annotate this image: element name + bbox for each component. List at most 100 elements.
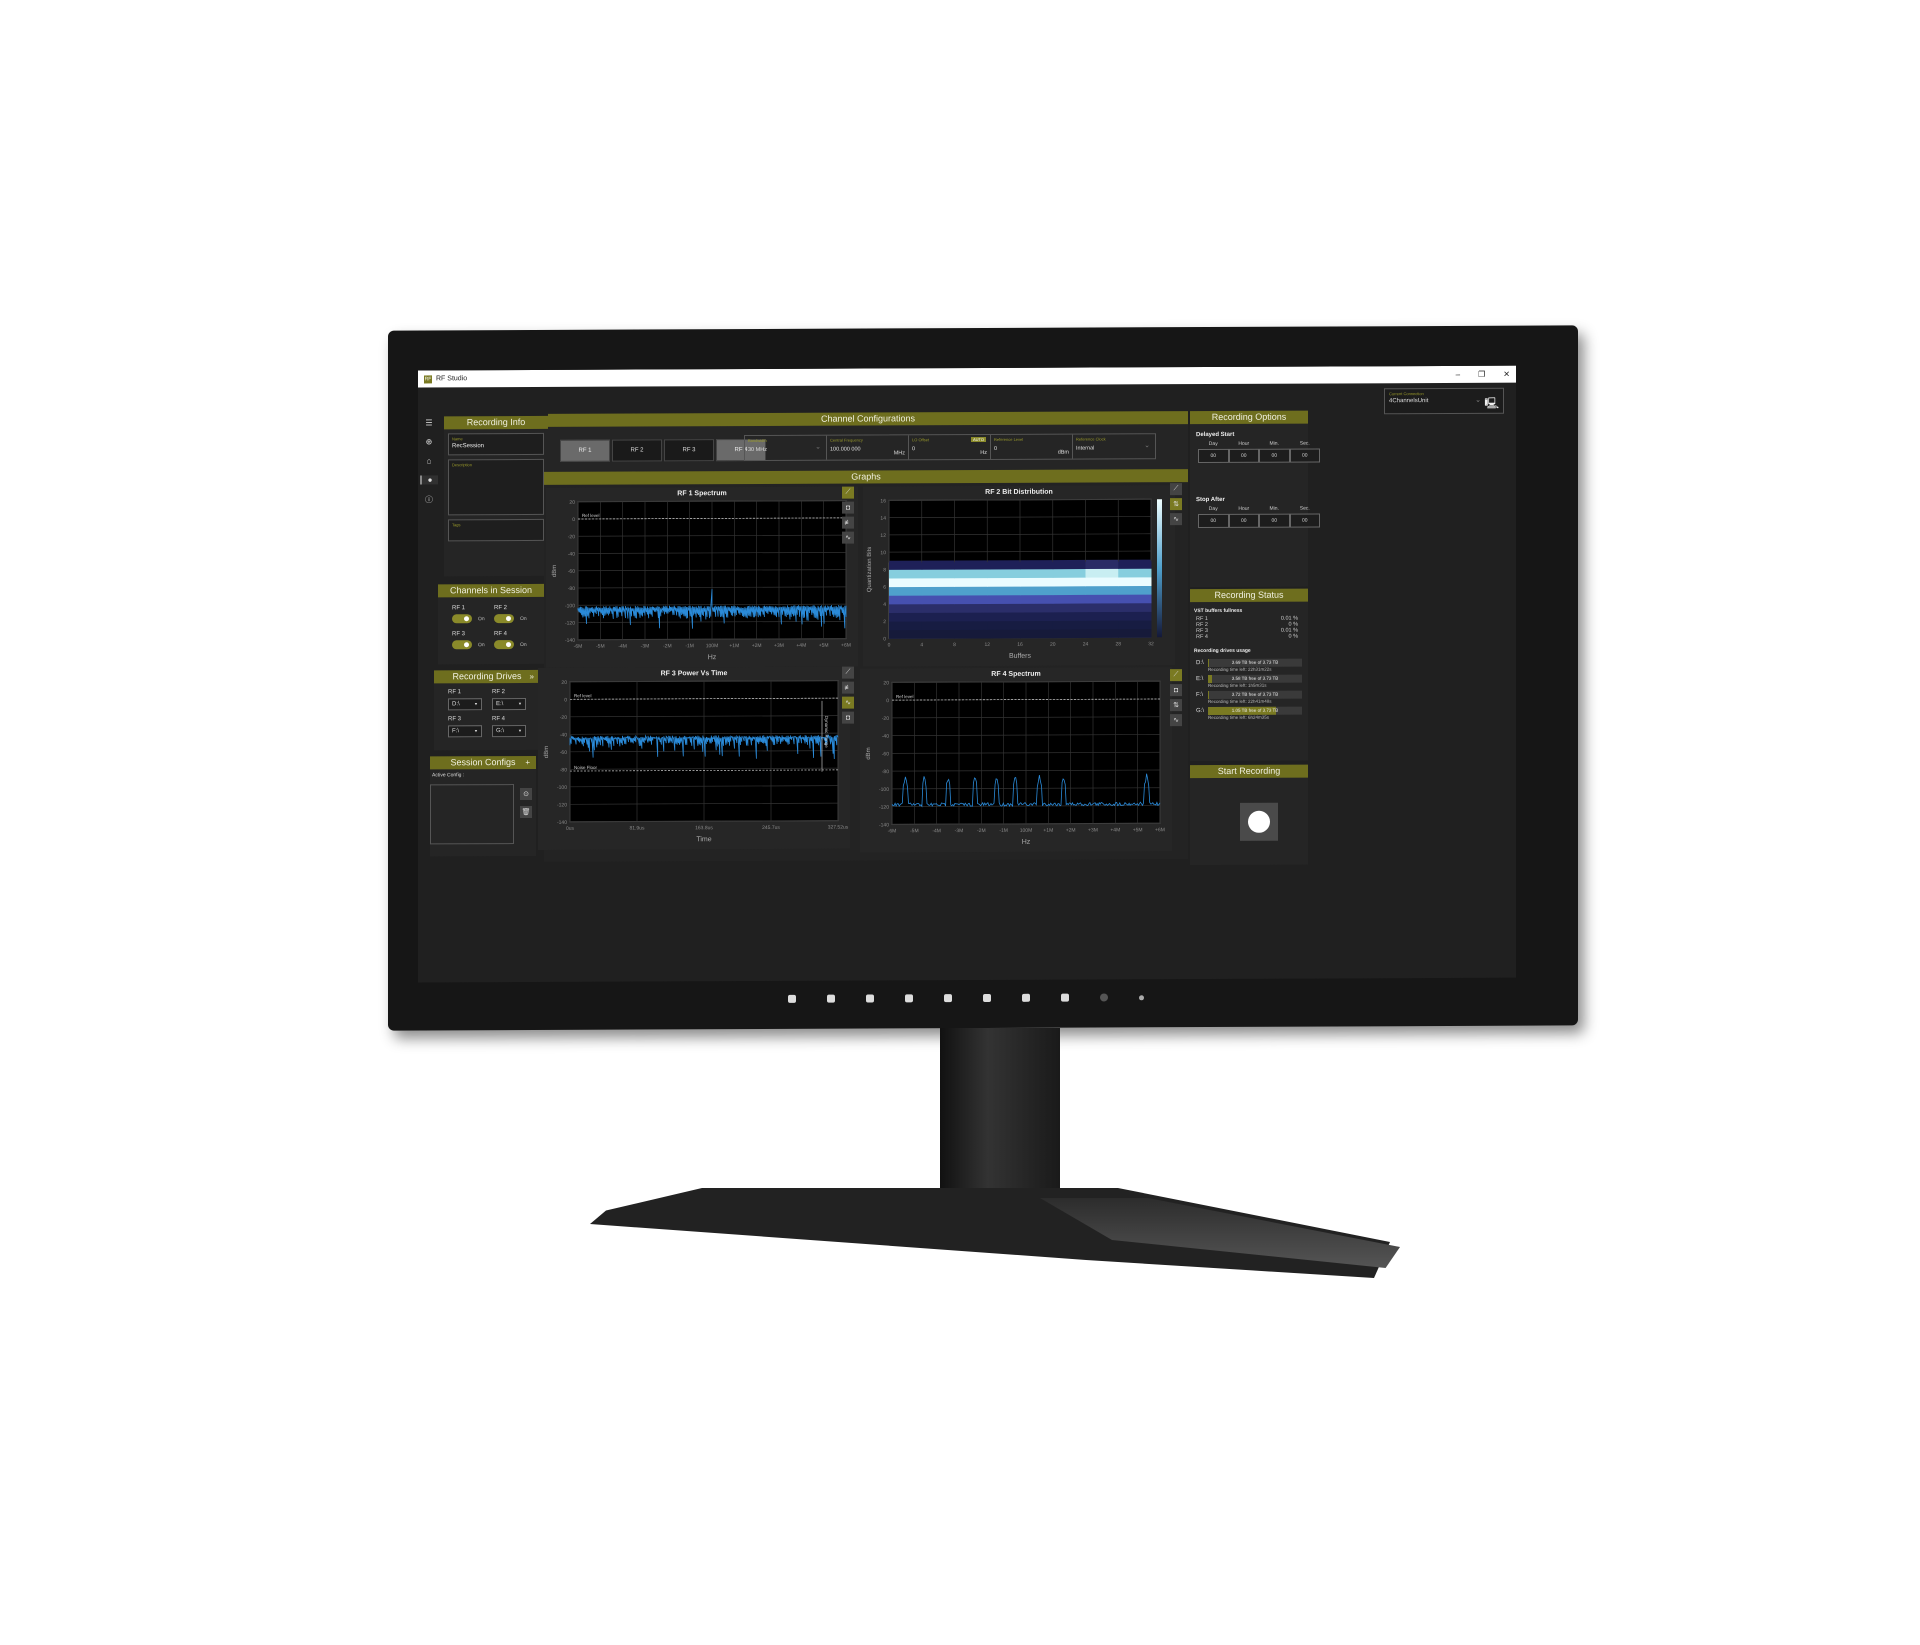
tab-rf2[interactable]: RF 2 [612, 439, 662, 462]
chart-icon[interactable]: ⟋ [842, 486, 854, 499]
heatmap-cell [1052, 559, 1086, 570]
hw-button[interactable] [827, 994, 835, 1003]
recording-status-header: Recording Status [1190, 588, 1308, 603]
wave-icon[interactable]: ∿ [1170, 714, 1182, 727]
toggle-switch[interactable] [494, 640, 514, 650]
power-led [1139, 994, 1144, 1000]
session-configs-title: Session Configs [450, 757, 516, 768]
start-recording-button[interactable] [1240, 802, 1278, 841]
lo-offset-input[interactable]: LO Offset AUTO 0 Hz [909, 434, 991, 460]
heatmap-cell [1118, 576, 1152, 587]
heatmap-cell [1118, 585, 1152, 595]
heatmap-cell [954, 603, 988, 613]
maximize-button[interactable]: ❐ [1478, 370, 1485, 379]
graph-plot: 200-20-40-60-80-100-120-1400us 81.9us 163.… [544, 680, 849, 843]
center-frequency-input[interactable]: Central Frequency 100.000 000 MHz [827, 435, 909, 460]
hw-button[interactable] [1061, 993, 1069, 1002]
col-label: Hour [1238, 440, 1250, 447]
chart-icon[interactable]: ⟋ [1170, 669, 1182, 682]
info-icon[interactable]: ⓘ [420, 494, 438, 505]
tags-field[interactable]: Tags [448, 518, 544, 542]
hw-up-icon[interactable] [983, 993, 991, 1002]
y-tick-label: 16 [880, 498, 886, 504]
drive-dropdown[interactable]: F:\ ▼ [448, 725, 482, 738]
add-config-button[interactable]: + [525, 756, 530, 769]
name-field[interactable]: Name RecSession [448, 432, 544, 456]
home-icon[interactable]: ⌂ [420, 456, 438, 465]
globe-icon[interactable]: ⊕ [420, 437, 438, 446]
toggle-state: On [478, 615, 485, 622]
heatmap-cell [954, 577, 988, 587]
drive-usage-bar: 3.69 TB free of 3.73 TB [1208, 658, 1302, 668]
hour-input[interactable]: 00 [1228, 448, 1259, 463]
monitor-bezel: RF RF Studio – ❐ ✕ Current Connection 4C… [388, 325, 1578, 1031]
histogram-icon[interactable]: ⇅ [1170, 699, 1182, 712]
wave-icon[interactable]: ∿ [842, 696, 854, 709]
y-axis-label: Quantization Bits [867, 547, 873, 592]
delete-config-icon[interactable]: 🗑 [520, 805, 532, 819]
close-button[interactable]: ✕ [1503, 370, 1510, 379]
bandwidth-select[interactable]: Bandwidth 30 MHz ⌄ [745, 435, 827, 461]
min-input[interactable]: 00 [1259, 448, 1290, 463]
sec-input[interactable]: 00 [1289, 513, 1320, 528]
hw-button[interactable] [788, 994, 796, 1003]
day-input[interactable]: 00 [1198, 448, 1229, 464]
shield-icon[interactable]: ◘ [1170, 684, 1182, 697]
y-tick-label: -100 [565, 603, 575, 609]
reference-clock-select[interactable]: Reference Clock Internal ⌄ [1073, 434, 1155, 458]
app-window: RF RF Studio – ❐ ✕ Current Connection 4C… [418, 365, 1516, 983]
config-list[interactable] [430, 784, 514, 845]
record-icon[interactable]: ● [420, 475, 438, 485]
histogram-icon[interactable]: ⇅ [1170, 498, 1182, 511]
shield-icon[interactable]: ◘ [842, 711, 854, 724]
hw-button[interactable] [866, 994, 874, 1003]
shield-icon[interactable]: ◘ [842, 501, 854, 514]
hour-input[interactable]: 00 [1228, 513, 1259, 528]
y-axis-label: dBm [544, 746, 550, 758]
center-frequency-unit: MHz [893, 450, 905, 457]
chart-icon[interactable]: ⟋ [842, 666, 854, 679]
wave-icon[interactable]: ∿ [842, 531, 854, 544]
min-input[interactable]: 00 [1259, 513, 1290, 528]
menu-icon[interactable]: ☰ [420, 418, 438, 427]
wave-icon[interactable]: ∿ [1170, 513, 1182, 526]
x-tick-label: -3M [641, 643, 650, 649]
reference-level-label: Reference Level [994, 436, 1024, 442]
expand-drives-button[interactable]: » [530, 670, 534, 683]
tab-rf1[interactable]: RF 1 [560, 439, 610, 462]
channel-name: RF 1 [452, 605, 466, 612]
y-tick-label: 0 [564, 697, 567, 703]
monitor-icon[interactable]: 🖳 [1484, 395, 1499, 414]
rf4-graph-tools: ⟋ ◘ ⇅ ∿ [1170, 669, 1182, 727]
drive-dropdown[interactable]: E:\ ▼ [492, 697, 526, 711]
connection-label: Current Connection [1389, 391, 1424, 397]
reference-level-input[interactable]: Reference Level 0 dBm [991, 434, 1073, 459]
hw-right-icon[interactable] [1022, 993, 1030, 1002]
tab-rf3[interactable]: RF 3 [664, 439, 714, 462]
toggle-switch[interactable] [452, 640, 472, 650]
auto-button[interactable]: AUTO [970, 436, 986, 443]
hw-down-icon[interactable] [944, 994, 952, 1003]
power-button[interactable] [1100, 993, 1108, 1002]
day-input[interactable]: 00 [1198, 513, 1229, 529]
heatmap-cell [889, 595, 923, 605]
marker-icon[interactable]: ≢ [842, 681, 854, 694]
connection-selector[interactable]: Current Connection 4ChannelsUnit ⌄ 🖳 [1384, 387, 1504, 415]
hw-left-icon[interactable] [905, 994, 913, 1003]
heatmap-cell [1020, 594, 1054, 604]
toggle-switch[interactable] [494, 614, 514, 624]
chart-icon[interactable]: ⟋ [1170, 483, 1182, 496]
drive-dropdown[interactable]: D:\ ▼ [448, 698, 482, 711]
y-tick-label: 4 [883, 602, 886, 608]
x-tick-label: 4 [920, 642, 923, 648]
sec-input[interactable]: 00 [1289, 448, 1320, 463]
toggle-switch[interactable] [452, 614, 472, 624]
load-config-icon[interactable]: ⊙ [520, 787, 532, 801]
rf4-spectrum-graph: RF 4 Spectrum 20 0 -20 -40 -60 -80 -100 -120 -14… [860, 667, 1172, 853]
marker-icon[interactable]: ≢ [842, 516, 854, 529]
drive-usage-item: D:\ 3.69 TB free of 3.73 TB Recording time… [1190, 656, 1308, 673]
minimize-button[interactable]: – [1456, 370, 1460, 379]
drive-dropdown[interactable]: G:\ ▼ [492, 724, 526, 738]
caret-down-icon: ▼ [518, 728, 522, 734]
description-field[interactable]: Description [448, 458, 544, 516]
